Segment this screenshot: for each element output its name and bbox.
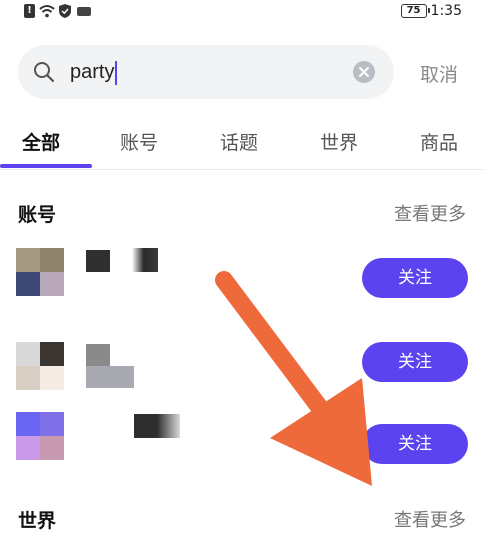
tab-world[interactable]: 世界 [320, 128, 358, 155]
search-icon [34, 62, 55, 83]
wifi-icon [39, 5, 55, 18]
clear-icon[interactable] [352, 60, 376, 84]
account-name-censored [132, 248, 158, 272]
shield-icon [59, 4, 71, 18]
account-row[interactable]: 关注 [0, 342, 484, 412]
battery-icon: 75 [400, 4, 430, 18]
status-time: 1:35 [430, 3, 462, 19]
tab-products[interactable]: 商品 [420, 128, 458, 155]
alert-icon: ! [24, 4, 35, 18]
avatar[interactable] [16, 342, 64, 390]
account-name-censored [86, 344, 110, 366]
account-name-censored [134, 414, 180, 438]
search-input-value: party [70, 61, 115, 83]
world-see-more-link[interactable]: 查看更多 [394, 506, 466, 532]
accounts-section-title: 账号 [18, 204, 57, 226]
search-box[interactable]: party [18, 45, 394, 99]
text-caret [115, 60, 118, 85]
tab-all[interactable]: 全部 [22, 128, 60, 155]
divider [0, 169, 484, 170]
tab-topics[interactable]: 话题 [220, 128, 258, 155]
follow-button[interactable]: 关注 [362, 424, 468, 464]
accounts-see-more-link[interactable]: 查看更多 [394, 200, 466, 226]
tab-bar: 全部 账号 话题 世界 商品 [0, 124, 484, 170]
account-row[interactable]: 关注 [0, 248, 484, 318]
status-icons: ! [24, 4, 91, 18]
account-name-censored [86, 250, 110, 272]
follow-button[interactable]: 关注 [362, 342, 468, 382]
account-row[interactable]: 关注 [0, 412, 484, 482]
avatar[interactable] [16, 248, 64, 296]
cancel-button[interactable]: 取消 [420, 60, 458, 87]
account-name-censored [86, 366, 134, 388]
active-tab-indicator [0, 164, 92, 168]
tab-accounts[interactable]: 账号 [120, 128, 158, 155]
avatar[interactable] [16, 412, 64, 460]
world-section-title: 世界 [18, 510, 57, 532]
status-right: 75 1:35 [400, 3, 462, 19]
tag-icon [77, 6, 91, 16]
follow-button[interactable]: 关注 [362, 258, 468, 298]
status-bar: ! 75 1:35 [0, 0, 484, 24]
search-input[interactable]: party [70, 55, 118, 89]
